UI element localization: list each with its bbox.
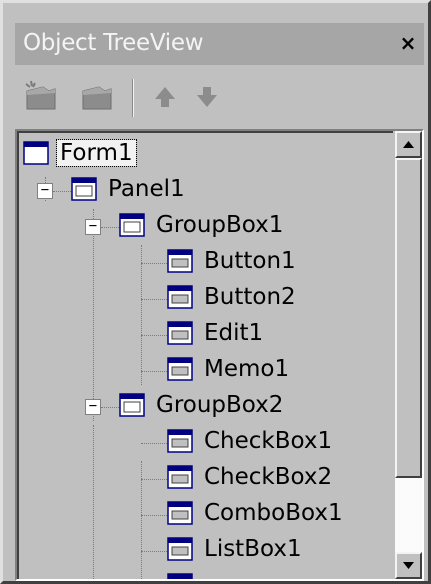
- tree-connector: [141, 479, 169, 480]
- scroll-up-arrow-icon: [403, 141, 414, 148]
- toolbar-separator: [132, 79, 134, 117]
- collapse-toggle-groupbox1[interactable]: −: [85, 219, 101, 235]
- groupbox-icon: [119, 213, 145, 237]
- tree-node-label: Button1: [204, 248, 296, 274]
- scroll-up-button[interactable]: [395, 131, 422, 158]
- scroll-down-arrow-icon: [403, 562, 414, 569]
- groupbox-icon: [119, 393, 145, 417]
- tree-connector: [141, 551, 169, 552]
- tree-node-label: CheckBox2: [204, 464, 333, 490]
- collapse-toggle-panel1[interactable]: −: [37, 183, 53, 199]
- tree-connector: [141, 245, 142, 385]
- button-control-icon: [167, 249, 193, 273]
- title-bar[interactable]: Object TreeView ×: [15, 23, 424, 65]
- delete-item-icon: [82, 86, 112, 110]
- button-control-icon: [167, 285, 193, 309]
- tree-connector: [93, 209, 94, 421]
- tree-connector: [141, 299, 169, 300]
- scrollbar-track[interactable]: [395, 478, 422, 552]
- panel-icon: [71, 177, 97, 201]
- vertical-scrollbar[interactable]: [395, 131, 422, 579]
- tree-node-label: ListBox1: [204, 536, 302, 562]
- tree-connector: [141, 371, 169, 372]
- tree-node-label: GroupBox1: [156, 212, 284, 238]
- combobox-control-icon: [167, 501, 193, 525]
- object-tree[interactable]: − − − Form1 Panel1 GroupBox1 Button1 But…: [15, 129, 424, 581]
- tree-node-label: Form1: [56, 139, 137, 167]
- move-down-icon: [197, 87, 217, 107]
- move-up-button[interactable]: [145, 77, 185, 117]
- tree-connector: [141, 443, 169, 444]
- tree-node-label: Memo1: [204, 356, 290, 382]
- toolbar: [15, 75, 424, 123]
- memo-control-icon: [167, 357, 193, 381]
- control-icon: [167, 573, 193, 579]
- object-treeview-window: Object TreeView × − − − Form1 Panel1 Gro…: [0, 0, 431, 584]
- checkbox-control-icon: [167, 465, 193, 489]
- tree-node-label: Edit1: [204, 320, 264, 346]
- tree-node-label: Panel1: [108, 176, 185, 202]
- tree-node-label: CheckBox1: [204, 428, 333, 454]
- scrollbar-thumb[interactable]: [395, 158, 422, 478]
- tree-node-label: GroupBox2: [156, 392, 284, 418]
- tree-connector: [141, 263, 169, 264]
- listbox-control-icon: [167, 537, 193, 561]
- close-button[interactable]: ×: [396, 32, 420, 56]
- add-item-button[interactable]: [21, 77, 61, 117]
- window-title: Object TreeView: [23, 30, 204, 56]
- form-icon: [23, 141, 49, 165]
- move-up-icon: [155, 87, 175, 107]
- delete-item-button[interactable]: [77, 77, 117, 117]
- tree-connector: [141, 335, 169, 336]
- edit-control-icon: [167, 321, 193, 345]
- scroll-down-button[interactable]: [395, 552, 422, 579]
- collapse-toggle-groupbox2[interactable]: −: [85, 399, 101, 415]
- tree-connector: [93, 425, 94, 579]
- add-item-icon: [25, 80, 56, 110]
- tree-connector: [141, 515, 169, 516]
- tree-node-label: ComboBox1: [204, 500, 343, 526]
- checkbox-control-icon: [167, 429, 193, 453]
- move-down-button[interactable]: [187, 77, 227, 117]
- tree-node-label: Button2: [204, 284, 296, 310]
- tree-viewport[interactable]: − − − Form1 Panel1 GroupBox1 Button1 But…: [17, 131, 393, 579]
